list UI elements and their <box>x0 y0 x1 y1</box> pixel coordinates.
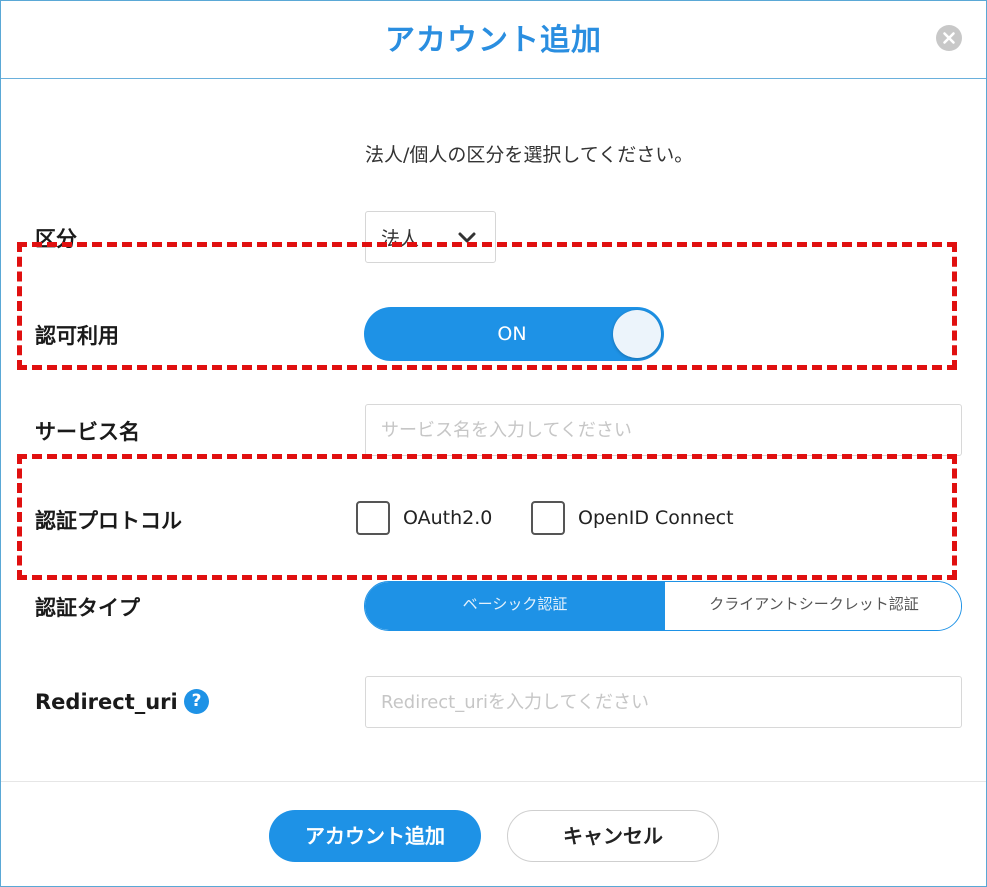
category-select-value: 法人 <box>381 228 420 250</box>
toggle-knob <box>613 310 661 358</box>
chevron-down-icon <box>458 232 476 243</box>
redirect-uri-label: Redirect_uri <box>35 690 178 714</box>
close-icon <box>943 32 955 44</box>
instruction-text: 法人/個人の区分を選択してください。 <box>365 144 694 166</box>
auth-type-option-basic[interactable]: ベーシック認証 <box>365 582 665 630</box>
close-button[interactable] <box>936 25 962 51</box>
authorization-toggle[interactable]: ON <box>364 307 664 361</box>
authorization-label: 認可利用 <box>35 324 119 348</box>
account-add-dialog: アカウント追加 法人/個人の区分を選択してください。 区分 法人 認可利用 ON… <box>0 0 987 887</box>
auth-type-option-client-secret[interactable]: クライアントシークレット認証 <box>665 582 961 630</box>
dialog-title: アカウント追加 <box>385 23 602 58</box>
openid-connect-checkbox[interactable] <box>531 501 565 535</box>
dialog-footer <box>1 781 986 886</box>
service-name-input[interactable] <box>365 404 962 456</box>
auth-protocol-label: 認証プロトコル <box>35 509 182 533</box>
category-select[interactable]: 法人 <box>365 211 496 263</box>
dialog-header: アカウント追加 <box>1 1 986 79</box>
oauth2-checkbox-label: OAuth2.0 <box>403 507 493 529</box>
add-account-button[interactable]: アカウント追加 <box>269 810 481 862</box>
help-icon[interactable]: ? <box>184 689 209 714</box>
cancel-button[interactable]: キャンセル <box>507 810 719 862</box>
redirect-uri-input[interactable] <box>365 676 962 728</box>
auth-type-segmented-control: ベーシック認証 クライアントシークレット認証 <box>364 581 962 631</box>
openid-connect-checkbox-label: OpenID Connect <box>578 507 734 529</box>
category-label: 区分 <box>35 227 77 251</box>
service-name-label: サービス名 <box>35 420 140 444</box>
auth-type-label: 認証タイプ <box>35 596 140 620</box>
oauth2-checkbox[interactable] <box>356 501 390 535</box>
